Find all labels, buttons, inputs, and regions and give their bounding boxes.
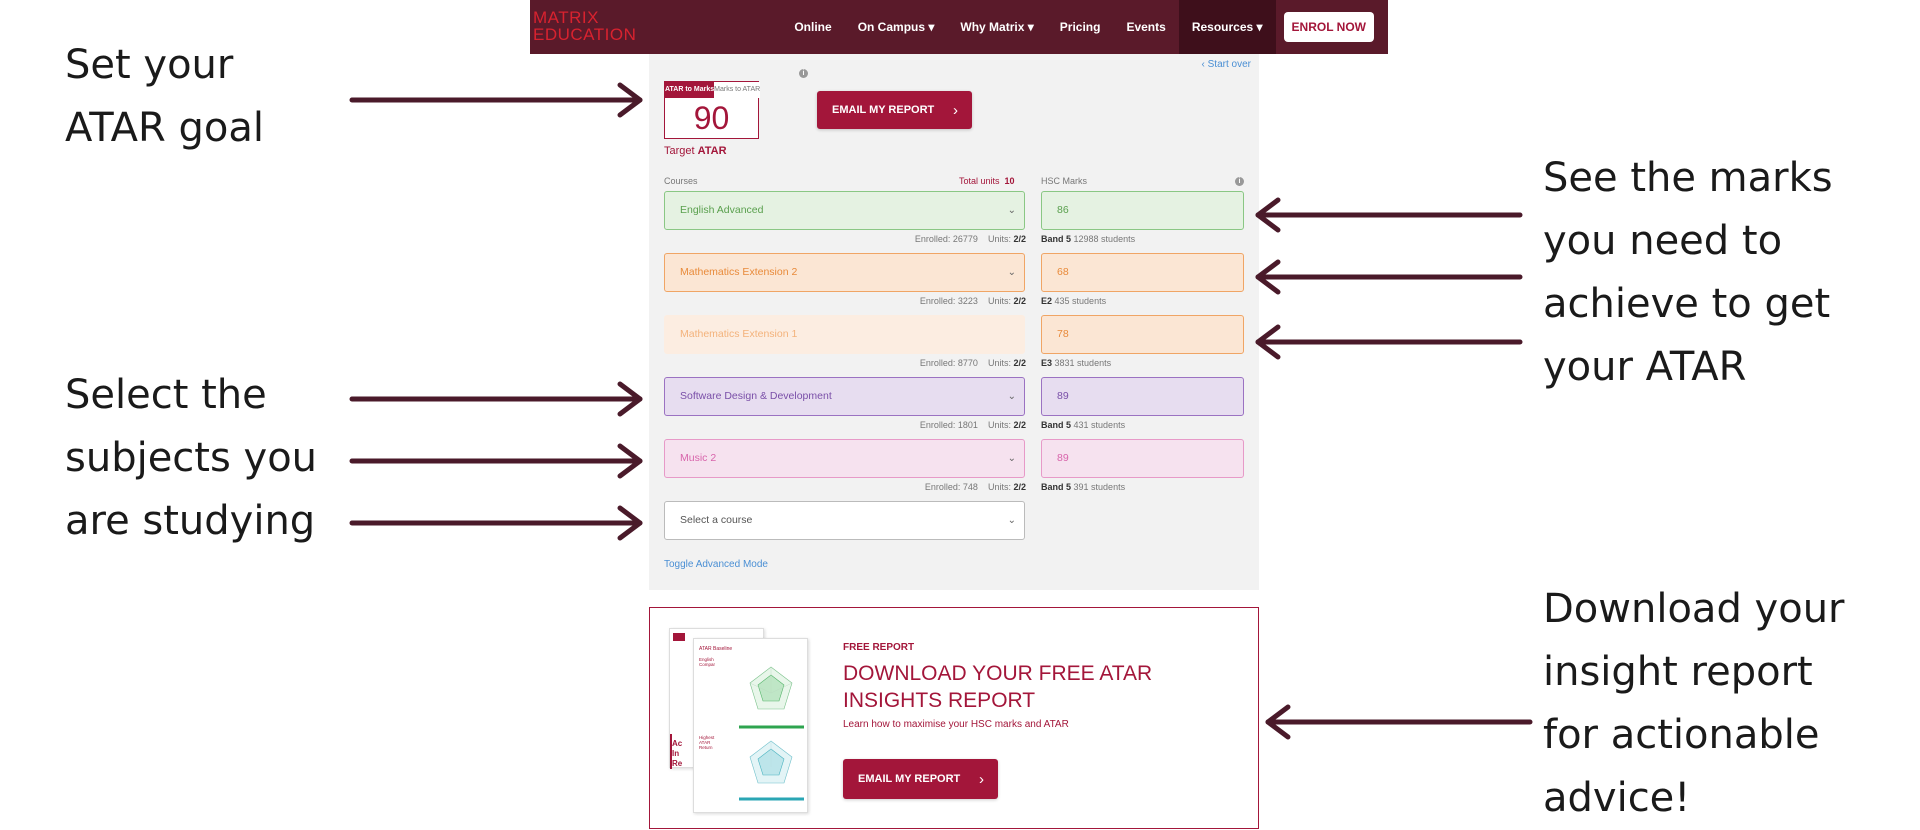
- arrow-left-icon: [1265, 704, 1533, 740]
- arrow-right-icon: [349, 443, 643, 479]
- callout-arrows: [349, 82, 1533, 740]
- arrow-left-icon: [1255, 197, 1523, 233]
- arrow-right-icon: [349, 505, 643, 541]
- arrow-right-icon: [349, 82, 643, 118]
- arrow-right-icon: [349, 381, 643, 417]
- arrow-left-icon: [1255, 259, 1523, 295]
- arrow-left-icon: [1255, 324, 1523, 360]
